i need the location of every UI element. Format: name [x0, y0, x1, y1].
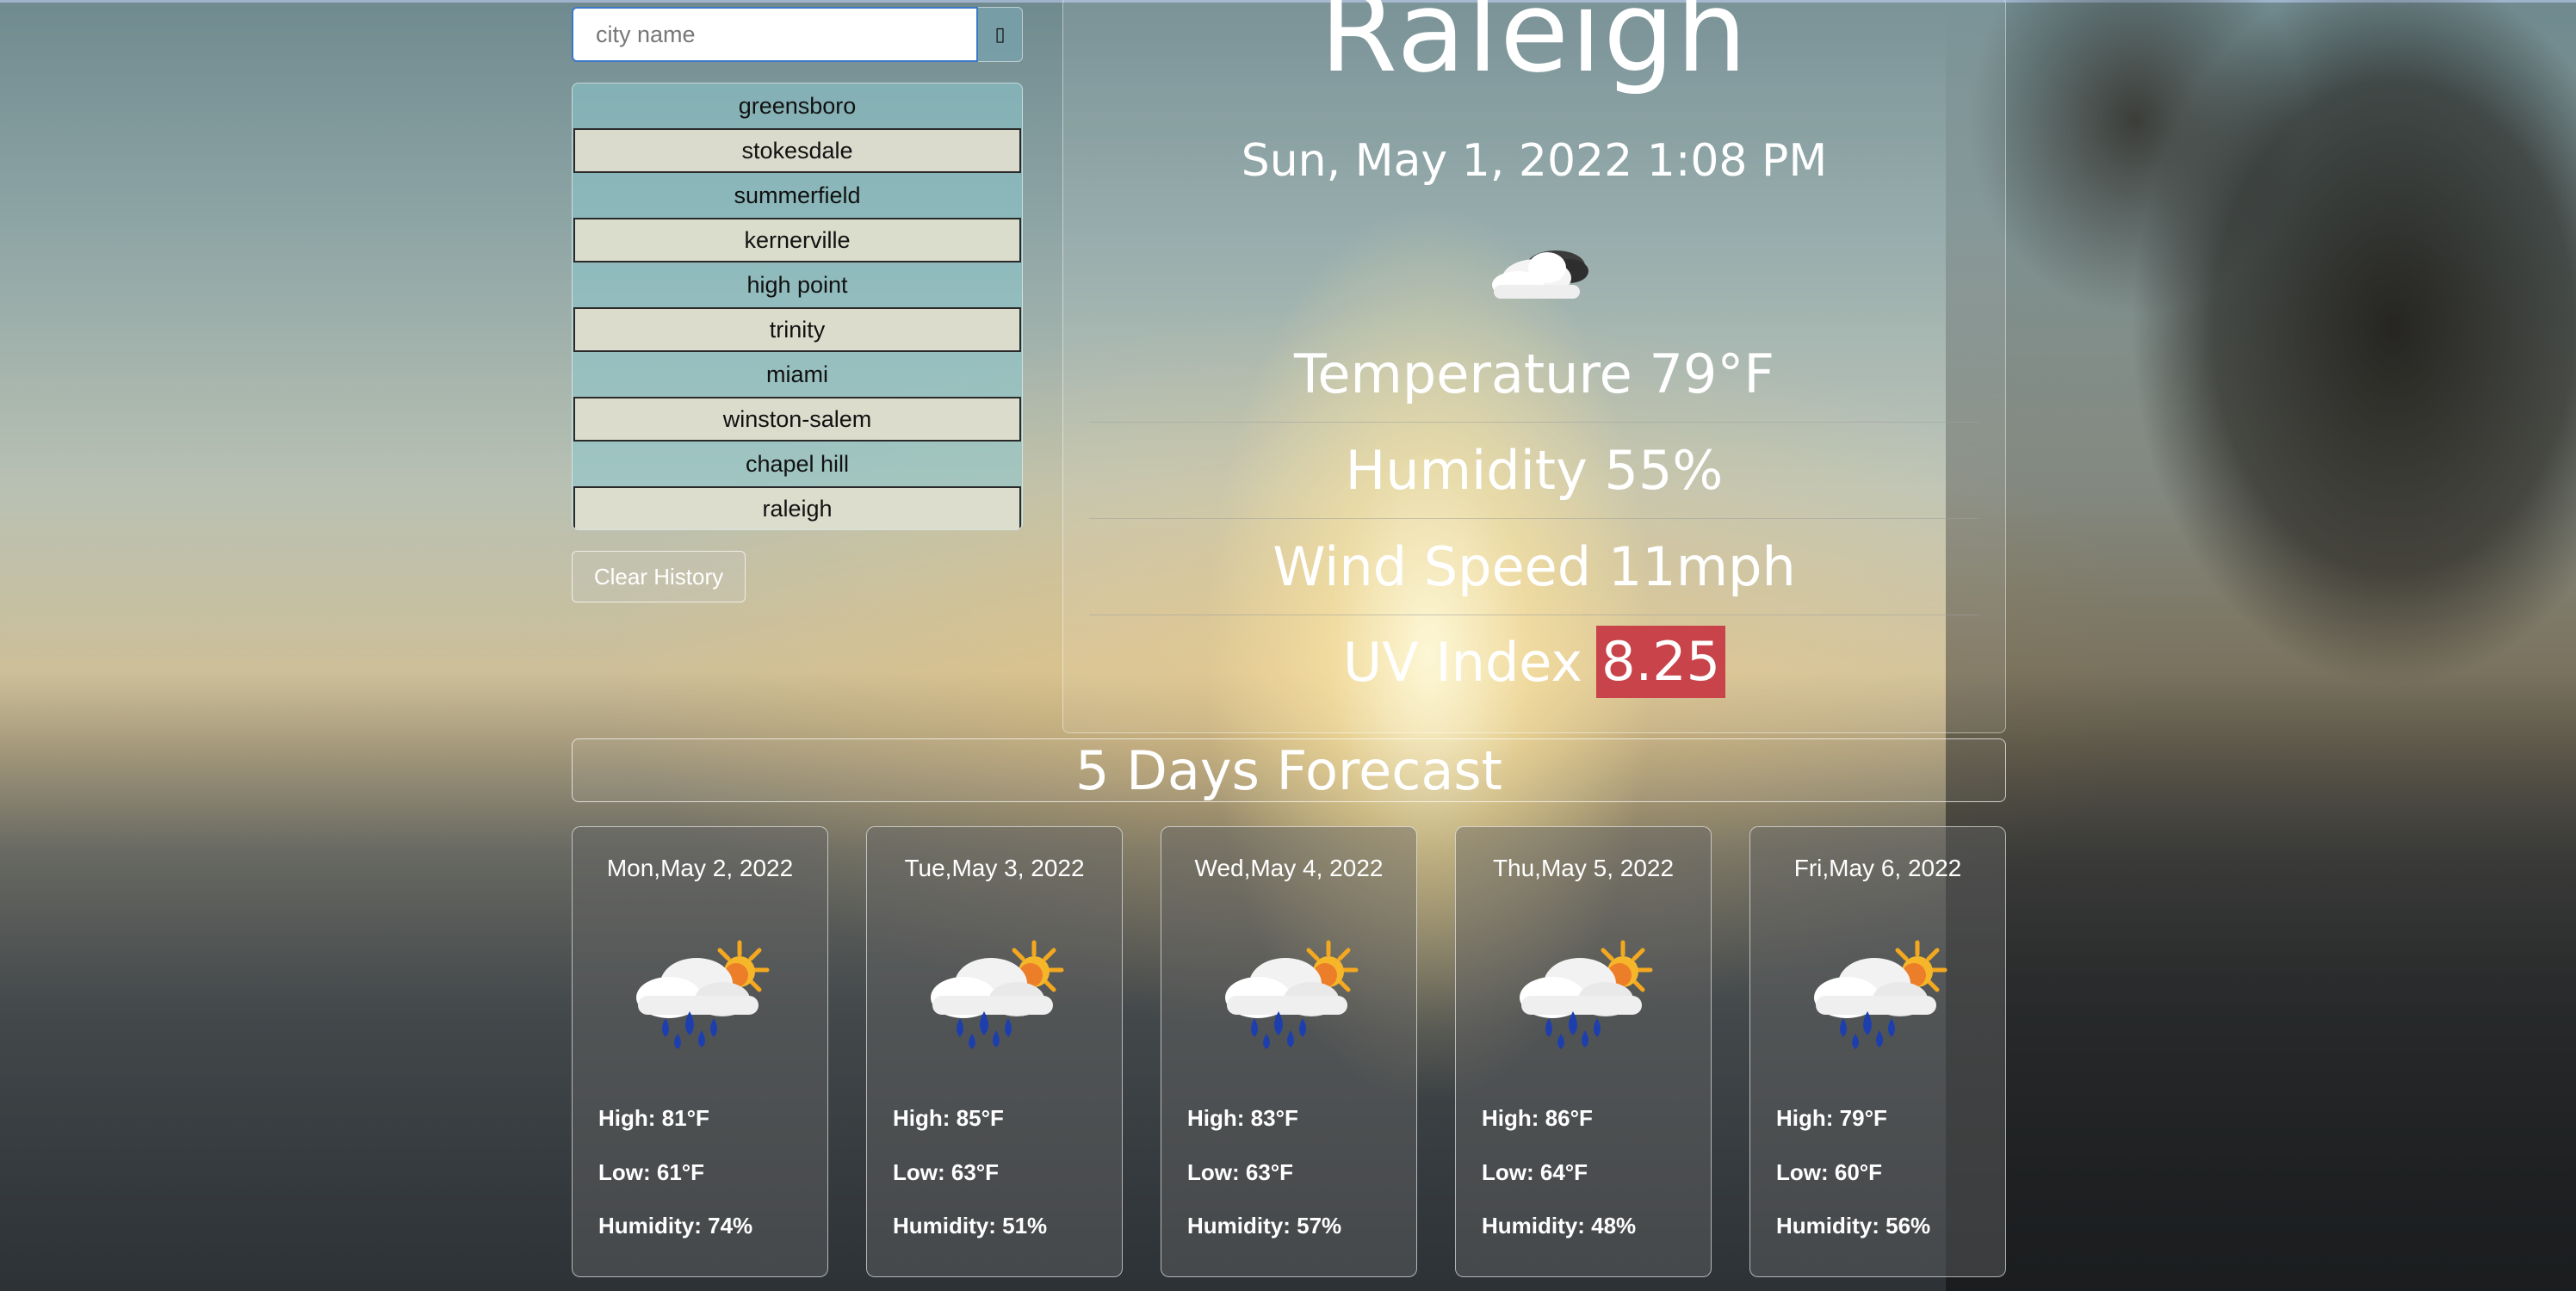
rain-sun-icon — [915, 939, 1070, 1051]
forecast-card: Tue,May 3, 2022 High: 85°F Low: 63°F Hum… — [866, 826, 1123, 1277]
forecast-low: Low: 60°F — [1776, 1159, 1883, 1185]
current-datetime: Sun, May 1, 2022 1:08 PM — [1241, 135, 1828, 187]
history-item[interactable]: chapel hill — [573, 442, 1022, 486]
history-item[interactable]: stokesdale — [573, 128, 1021, 173]
forecast-card: Mon,May 2, 2022 High: 81°F Low: 61°F Hum… — [572, 826, 828, 1277]
forecast-high: High: 85°F — [893, 1105, 1004, 1131]
search-button[interactable]: ▯ — [978, 7, 1023, 62]
forecast-low: Low: 63°F — [1187, 1159, 1294, 1185]
forecast-date: Wed,May 4, 2022 — [1194, 855, 1384, 881]
search-form: ▯ — [572, 7, 1023, 62]
wind-stat: Wind Speed 11mph — [1089, 519, 1979, 615]
forecast-date: Tue,May 3, 2022 — [904, 855, 1085, 881]
forecast-low: Low: 64°F — [1482, 1159, 1588, 1185]
forecast-humidity: Humidity: 56% — [1776, 1213, 1931, 1238]
uv-index-badge: 8.25 — [1596, 626, 1726, 698]
forecast-humidity: Humidity: 74% — [598, 1213, 753, 1238]
rain-sun-icon — [1504, 939, 1659, 1051]
forecast-date: Fri,May 6, 2022 — [1793, 855, 1962, 881]
forecast-date: Mon,May 2, 2022 — [606, 855, 794, 881]
city-title: Raleigh — [1319, 0, 1749, 97]
forecast-low: Low: 61°F — [598, 1159, 705, 1185]
cloud-icon — [1492, 250, 1588, 299]
forecast-humidity: Humidity: 51% — [893, 1213, 1048, 1238]
uv-label: UV Index — [1342, 630, 1583, 694]
rain-sun-icon — [1799, 939, 1954, 1051]
history-item[interactable]: summerfield — [573, 173, 1022, 218]
forecast-low: Low: 63°F — [893, 1159, 1000, 1185]
temperature-stat: Temperature 79°F — [1089, 326, 1979, 423]
forecast-date: Thu,May 5, 2022 — [1492, 855, 1675, 881]
history-item[interactable]: trinity — [573, 307, 1021, 352]
forecast-card: Thu,May 5, 2022 High: 86°F Low: 64°F Hum… — [1455, 826, 1712, 1277]
forecast-humidity: Humidity: 48% — [1482, 1213, 1637, 1238]
clear-history-button[interactable]: Clear History — [572, 551, 746, 602]
history-item[interactable]: winston-salem — [573, 397, 1021, 442]
rain-sun-icon — [621, 939, 776, 1051]
search-icon: ▯ — [994, 23, 1006, 46]
forecast-high: High: 79°F — [1776, 1105, 1887, 1131]
forecast-humidity: Humidity: 57% — [1187, 1213, 1342, 1238]
forecast-high: High: 81°F — [598, 1105, 709, 1131]
forecast-high: High: 83°F — [1187, 1105, 1298, 1131]
search-history-list: greensboro stokesdale summerfield kerner… — [572, 83, 1023, 530]
forecast-title: 5 Days Forecast — [572, 738, 2006, 802]
forecast-high: High: 86°F — [1482, 1105, 1593, 1131]
uv-stat: UV Index 8.25 — [1089, 614, 1979, 710]
forecast-card: Wed,May 4, 2022 High: 83°F Low: 63°F Hum… — [1161, 826, 1417, 1277]
rain-sun-icon — [1210, 939, 1365, 1051]
history-item[interactable]: greensboro — [573, 83, 1022, 128]
current-weather-card: Raleigh Sun, May 1, 2022 1:08 PM Tempera… — [1062, 0, 2006, 733]
forecast-card: Fri,May 6, 2022 High: 79°F Low: 60°F Hum… — [1749, 826, 2006, 1277]
history-item[interactable]: miami — [573, 352, 1022, 397]
history-item[interactable]: kernerville — [573, 218, 1021, 263]
humidity-stat: Humidity 55% — [1089, 423, 1979, 519]
history-item[interactable]: high point — [573, 263, 1022, 307]
search-input[interactable] — [572, 7, 978, 62]
history-item[interactable]: raleigh — [573, 486, 1021, 529]
